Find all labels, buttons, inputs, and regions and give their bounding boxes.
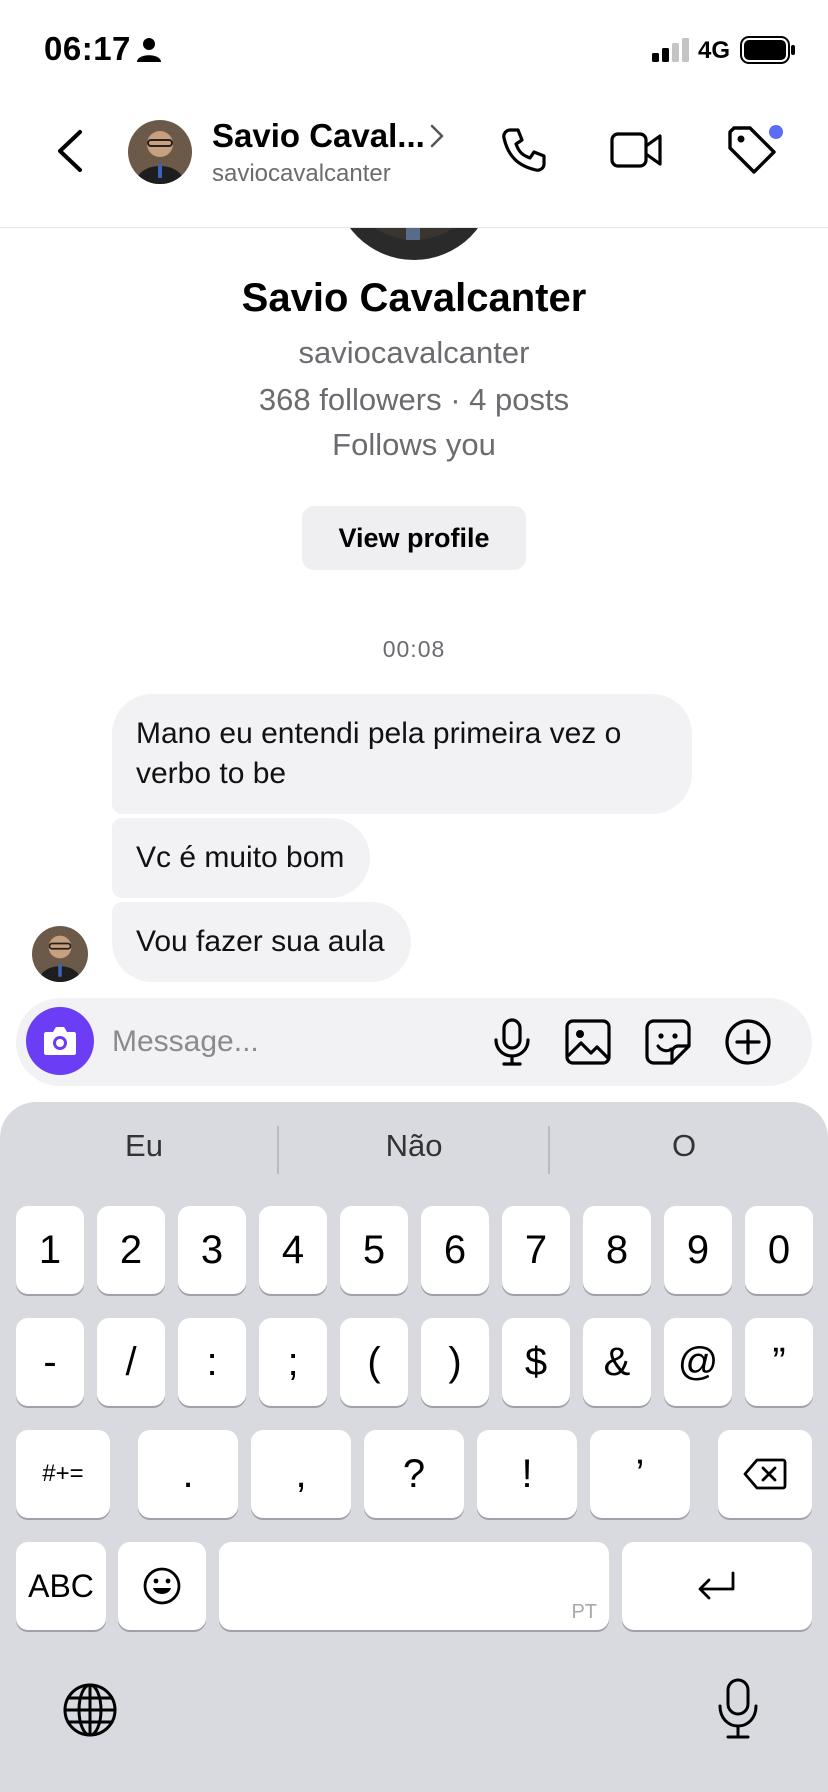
suggestion-1[interactable]: Eu [14,1128,274,1164]
key-ampersand[interactable]: & [583,1318,651,1406]
battery-icon [740,36,795,64]
key-open-paren[interactable]: ( [340,1318,408,1406]
message-bubble[interactable]: Vc é muito bom [112,818,371,898]
person-icon [137,38,161,62]
profile-name: Savio Cavalcanter [241,276,587,320]
backspace-icon [743,1458,787,1490]
message-bubble[interactable]: Mano eu entendi pela primeira vez o verb… [112,694,692,814]
key-4[interactable]: 4 [259,1206,327,1294]
key-7[interactable]: 7 [502,1206,570,1294]
key-return[interactable] [622,1542,812,1630]
key-exclamation[interactable]: ! [477,1430,577,1518]
key-slash[interactable]: / [97,1318,165,1406]
emoji-icon [143,1567,181,1605]
header-name[interactable]: Savio Caval... [212,117,425,155]
chevron-right-icon[interactable] [428,122,446,150]
key-dollar[interactable]: $ [502,1318,570,1406]
key-colon[interactable]: : [178,1318,246,1406]
camera-icon [44,1027,76,1055]
key-3[interactable]: 3 [178,1206,246,1294]
suggestion-2[interactable]: Não [284,1128,544,1164]
key-comma[interactable]: , [251,1430,351,1518]
header-username[interactable]: saviocavalcanter [212,160,391,188]
mic-icon[interactable] [490,1018,534,1066]
key-question[interactable]: ? [364,1430,464,1518]
signal-icon [652,38,689,62]
message-composer [16,998,812,1086]
tag-icon[interactable] [726,124,784,176]
suggestion-3[interactable]: O [554,1128,814,1164]
key-quote[interactable]: ” [745,1318,813,1406]
video-icon[interactable] [610,130,662,170]
header-avatar[interactable] [128,120,192,184]
key-at[interactable]: @ [664,1318,732,1406]
return-icon [698,1571,735,1600]
profile-follows-you: Follows you [332,427,496,462]
chat-header: Savio Caval... saviocavalcanter [0,100,828,228]
keyboard: Eu Não O 1 2 3 4 5 6 7 8 9 0 - / : ; ( )… [0,1102,828,1792]
sender-avatar[interactable] [32,926,88,982]
suggestion-divider [548,1126,550,1174]
phone-icon[interactable] [500,126,548,174]
back-icon[interactable] [52,128,88,174]
dictation-icon[interactable] [716,1678,760,1740]
plus-icon[interactable] [724,1018,772,1066]
key-0[interactable]: 0 [745,1206,813,1294]
key-emoji[interactable] [118,1542,206,1630]
key-9[interactable]: 9 [664,1206,732,1294]
suggestion-divider [277,1126,279,1174]
key-5[interactable]: 5 [340,1206,408,1294]
key-space[interactable]: PT [219,1542,609,1630]
key-1[interactable]: 1 [16,1206,84,1294]
key-apostrophe[interactable]: ’ [590,1430,690,1518]
message-bubble[interactable]: Vou fazer sua aula [112,902,411,982]
profile-username: saviocavalcanter [298,335,530,370]
status-time: 06:17 [44,30,131,67]
message-input[interactable] [112,1018,472,1066]
profile-stats: 368 followers · 4 posts [258,382,570,417]
sticker-icon[interactable] [644,1018,692,1066]
space-language-label: PT [571,1601,597,1623]
key-2[interactable]: 2 [97,1206,165,1294]
network-label: 4G [698,37,731,64]
globe-icon[interactable] [62,1682,118,1738]
key-backspace[interactable] [718,1430,812,1518]
key-hyphen[interactable]: - [16,1318,84,1406]
key-close-paren[interactable]: ) [421,1318,489,1406]
key-abc[interactable]: ABC [16,1542,106,1630]
key-period[interactable]: . [138,1430,238,1518]
gallery-icon[interactable] [564,1018,612,1066]
view-profile-button[interactable]: View profile [302,506,526,570]
key-semicolon[interactable]: ; [259,1318,327,1406]
key-6[interactable]: 6 [421,1206,489,1294]
camera-button[interactable] [26,1007,94,1075]
status-bar: 06:17 4G [0,0,828,100]
message-timestamp: 00:08 [382,636,446,662]
key-symbols-toggle[interactable]: #+= [16,1430,110,1518]
key-8[interactable]: 8 [583,1206,651,1294]
